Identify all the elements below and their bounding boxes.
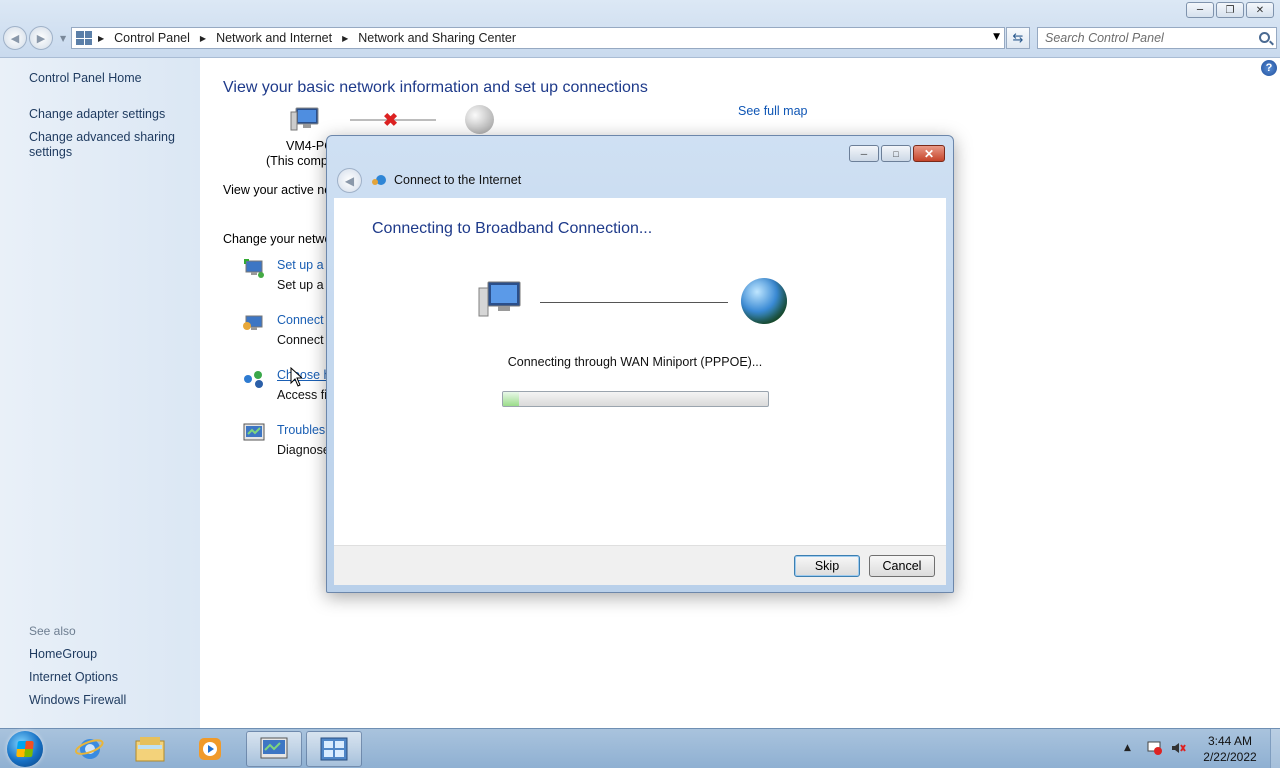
connect-to-internet-dialog: ─ □ ✕ ◀ Connect to the Internet Connecti… (326, 135, 954, 593)
show-hidden-icons-icon[interactable]: ▲ (1124, 743, 1131, 753)
dialog-back-arrow-icon[interactable]: ◀ (337, 168, 362, 193)
network-sharing-center-icon (260, 737, 288, 759)
search-icon[interactable] (1259, 32, 1270, 43)
change-advanced-sharing-settings-link[interactable]: Change advanced sharing settings (29, 130, 194, 160)
control-panel-icon (76, 31, 92, 45)
dialog-body: Connecting to Broadband Connection... Co… (334, 198, 946, 545)
homegroup-icon (244, 371, 263, 388)
mouse-cursor-icon (290, 367, 302, 387)
active-networks-label: View your active ne (223, 183, 332, 197)
media-player-taskbar-button[interactable] (182, 731, 238, 767)
internet-explorer-taskbar-button[interactable] (62, 731, 118, 767)
dialog-minimize-button[interactable]: ─ (849, 145, 879, 162)
skip-button[interactable]: Skip (794, 555, 860, 577)
control-panel-taskbar-button[interactable] (306, 731, 362, 767)
navigation-buttons: ◀ ▶ (3, 26, 55, 50)
see-full-map-link[interactable]: See full map (738, 104, 807, 118)
connect-network-icon (243, 315, 263, 330)
computer-icon (478, 281, 521, 317)
dialog-maximize-button[interactable]: □ (881, 145, 911, 162)
breadcrumb-separator-icon[interactable]: ▶ (342, 34, 348, 43)
restore-button[interactable]: ❐ (1216, 2, 1244, 18)
task-desc-troubleshoot: Diagnose (277, 443, 330, 457)
volume-muted-icon[interactable] (1170, 741, 1186, 755)
action-center-flag-icon[interactable] (1146, 741, 1162, 755)
network-setup-icon (244, 259, 264, 278)
progress-fill (503, 392, 519, 406)
task-desc-homegroup: Access fil (277, 388, 330, 402)
internet-explorer-icon (75, 739, 104, 759)
refresh-icon: ⇆ (1012, 30, 1024, 46)
dialog-heading: Connecting to Broadband Connection... (372, 220, 653, 237)
windows-explorer-taskbar-button[interactable] (122, 731, 178, 767)
window-controls: ─ ❐ ✕ (1186, 2, 1274, 18)
control-panel-home-link[interactable]: Control Panel Home (29, 71, 142, 86)
connection-line (540, 302, 728, 303)
connect-internet-app-icon (372, 175, 386, 185)
network-sharing-center-taskbar-button[interactable] (246, 731, 302, 767)
task-desc-connect: Connect (277, 333, 324, 347)
troubleshoot-icon (243, 423, 265, 441)
minimize-button[interactable]: ─ (1186, 2, 1214, 18)
media-player-icon (199, 738, 221, 760)
internet-options-link[interactable]: Internet Options (29, 670, 118, 685)
task-link-homegroup[interactable]: Choose h (277, 368, 331, 382)
address-dropdown-icon[interactable]: ▼ (993, 32, 1000, 42)
windows-explorer-icon (135, 737, 165, 762)
start-button[interactable] (7, 731, 43, 767)
breadcrumb-network-and-sharing-center[interactable]: Network and Sharing Center (358, 31, 516, 45)
computer-subtitle: (This comp (266, 154, 328, 168)
change-settings-label: Change your netwo (223, 232, 332, 246)
close-button[interactable]: ✕ (1246, 2, 1274, 18)
task-link-connect[interactable]: Connect t (277, 313, 331, 327)
forward-arrow-icon[interactable]: ▶ (29, 26, 53, 50)
refresh-button[interactable]: ⇆ (1006, 27, 1030, 49)
cancel-button[interactable]: Cancel (869, 555, 935, 577)
see-also-label: See also (29, 624, 76, 638)
explorer-title-bar: ─ ❐ ✕ ◀ ▶ ▼ ▶ Control Panel ▶ Network an… (0, 0, 1280, 58)
left-navigation-pane: Control Panel Home Change adapter settin… (0, 58, 200, 728)
connection-progress-bar (502, 391, 769, 407)
breadcrumb-separator-icon[interactable]: ▶ (98, 34, 104, 43)
show-desktop-button[interactable] (1270, 729, 1280, 768)
help-icon[interactable]: ? (1261, 60, 1277, 76)
taskbar: ▲ 3:44 AM 2/22/2022 (0, 728, 1280, 768)
dialog-close-button[interactable]: ✕ (913, 145, 945, 162)
internet-globe-icon (741, 278, 787, 324)
back-arrow-icon[interactable]: ◀ (3, 26, 27, 50)
breadcrumb-control-panel[interactable]: Control Panel (114, 31, 190, 45)
connection-status-text: Connecting through WAN Miniport (PPPOE).… (507, 355, 763, 369)
clock-time[interactable]: 3:44 AM (1190, 734, 1270, 748)
page-title: View your basic network information and … (223, 79, 648, 96)
clock-date[interactable]: 2/22/2022 (1190, 750, 1270, 764)
dialog-title: Connect to the Internet (394, 173, 522, 187)
control-panel-icon (320, 737, 348, 761)
recent-pages-dropdown-icon[interactable]: ▼ (60, 34, 66, 43)
breadcrumb-separator-icon[interactable]: ▶ (200, 34, 206, 43)
computer-icon[interactable] (290, 106, 322, 134)
task-link-troubleshoot[interactable]: Troublesh (277, 423, 332, 437)
breadcrumb-network-and-internet[interactable]: Network and Internet (216, 31, 332, 45)
internet-globe-icon[interactable] (465, 105, 494, 134)
homegroup-link[interactable]: HomeGroup (29, 647, 97, 662)
dialog-footer: Skip Cancel (334, 545, 946, 585)
address-bar[interactable]: ▶ Control Panel ▶ Network and Internet ▶… (71, 27, 1005, 49)
search-input[interactable] (1038, 28, 1248, 48)
dialog-window-controls: ─ □ ✕ (849, 145, 945, 162)
search-box[interactable] (1037, 27, 1277, 49)
windows-firewall-link[interactable]: Windows Firewall (29, 693, 126, 708)
disconnected-x-icon: ✖ (383, 110, 399, 130)
change-adapter-settings-link[interactable]: Change adapter settings (29, 107, 165, 122)
